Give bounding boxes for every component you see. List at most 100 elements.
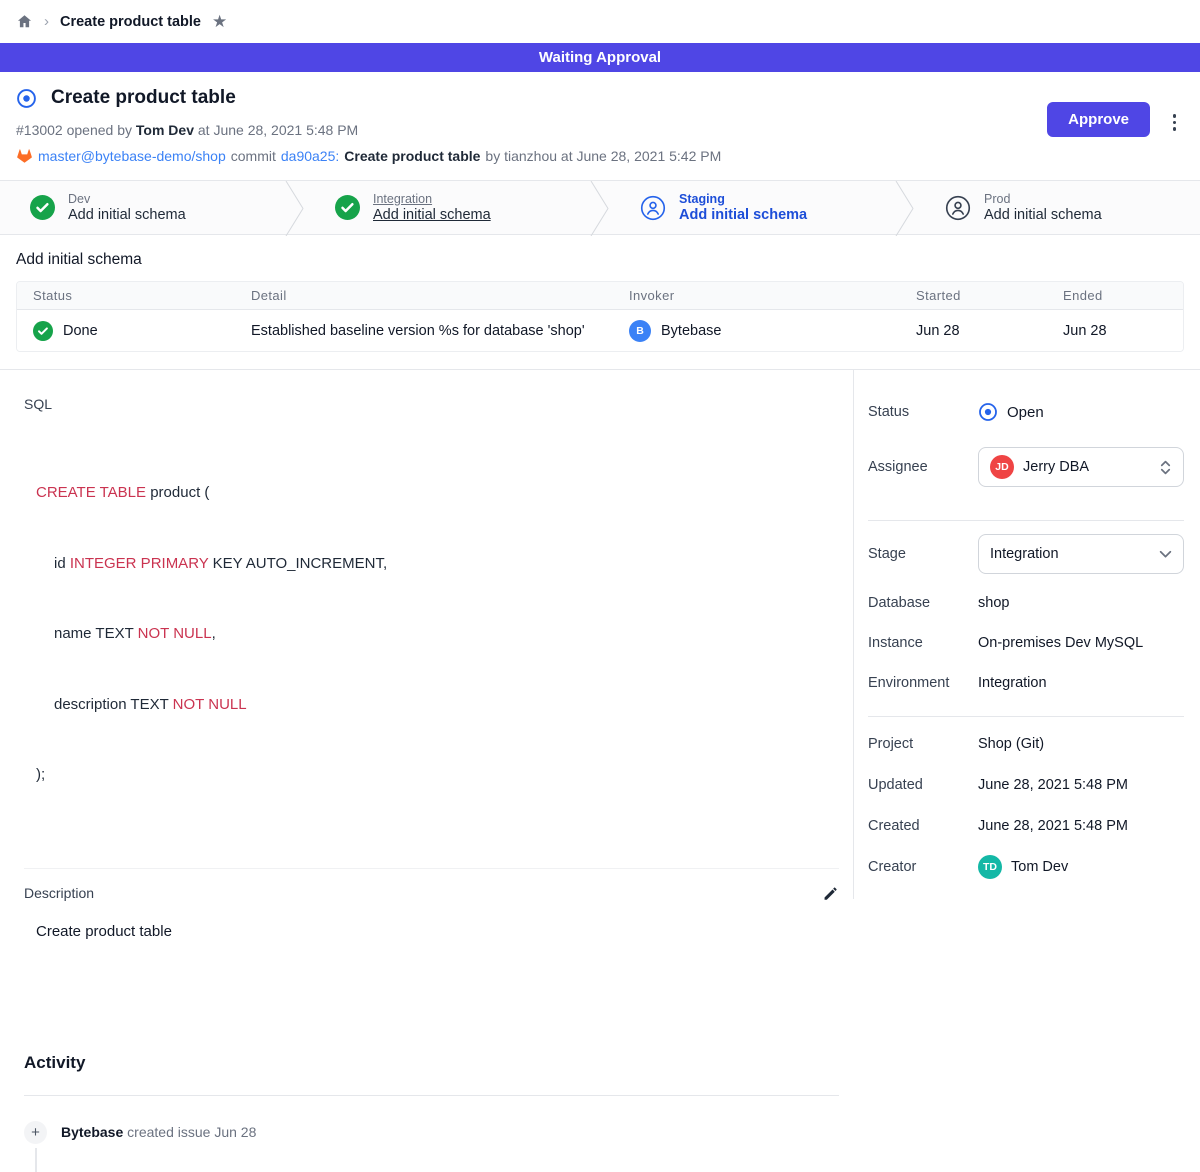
issue-id: #13002 opened by — [16, 122, 132, 138]
open-status-icon — [978, 402, 998, 422]
stage-separator — [895, 181, 915, 236]
stage-integration[interactable]: Integration Add initial schema — [305, 181, 590, 234]
stage-separator — [590, 181, 610, 236]
instance-label: Instance — [868, 635, 978, 651]
activity-action: created issue — [127, 1124, 210, 1140]
created-label: Created — [868, 818, 978, 834]
activity-date: Jun 28 — [214, 1124, 256, 1140]
issue-meta: #13002 opened by Tom Dev at June 28, 202… — [16, 122, 1184, 138]
home-icon[interactable] — [16, 13, 33, 30]
activity-heading: Activity — [24, 1053, 839, 1073]
stage-task-label: Add initial schema — [984, 207, 1102, 223]
issue-main-panel: SQL CREATE TABLE product ( id INTEGER PR… — [0, 370, 854, 899]
activity-item: + Bytebase created issue Jun 28 — [24, 1121, 839, 1144]
plus-icon: + — [24, 1121, 47, 1144]
divider — [868, 716, 1184, 717]
status-banner: Waiting Approval — [0, 43, 1200, 72]
assignee-value: Jerry DBA — [1023, 459, 1150, 475]
stage-select[interactable]: Integration — [978, 534, 1184, 574]
project-value[interactable]: Shop (Git) — [978, 736, 1044, 752]
commit-message: Create product table — [344, 148, 480, 164]
divider — [24, 868, 839, 869]
issue-author: Tom Dev — [136, 122, 194, 138]
commit-hash-link[interactable]: da90a25: — [281, 148, 339, 164]
commit-word: commit — [231, 148, 276, 164]
issue-sidebar: Status Open Assignee JD Jerry DBA Stage — [854, 370, 1200, 899]
stage-label: Stage — [868, 546, 978, 562]
breadcrumb-page-title[interactable]: Create product table — [60, 14, 201, 30]
creator-avatar: TD — [978, 855, 1002, 879]
assignee-select[interactable]: JD Jerry DBA — [978, 447, 1184, 487]
stage-separator — [285, 181, 305, 236]
assignee-label: Assignee — [868, 459, 978, 475]
person-circle-icon — [640, 195, 666, 221]
divider — [868, 520, 1184, 521]
issue-header: Create product table #13002 opened by To… — [0, 72, 1200, 180]
task-detail: Established baseline version %s for data… — [251, 323, 629, 339]
column-status: Status — [33, 288, 251, 303]
stage-prod[interactable]: Prod Add initial schema — [915, 181, 1200, 234]
sql-label: SQL — [24, 396, 839, 412]
commit-author-time: by tianzhou at June 28, 2021 5:42 PM — [485, 148, 721, 164]
approve-button[interactable]: Approve — [1047, 102, 1150, 137]
status-value: Open — [1007, 404, 1044, 421]
divider — [24, 1095, 839, 1096]
column-detail: Detail — [251, 288, 629, 303]
stage-staging[interactable]: Staging Add initial schema — [610, 181, 895, 234]
environment-value: Integration — [978, 675, 1047, 691]
creator-value: Tom Dev — [1011, 859, 1068, 875]
sql-code-block[interactable]: CREATE TABLE product ( id INTEGER PRIMAR… — [36, 434, 839, 834]
task-ended: Jun 28 — [1063, 323, 1183, 339]
stage-task-label: Add initial schema — [679, 207, 807, 223]
check-circle-icon — [335, 195, 360, 220]
created-value: June 28, 2021 5:48 PM — [978, 818, 1128, 834]
commit-info: master@bytebase-demo/shop commit da90a25… — [16, 148, 1184, 164]
stage-value: Integration — [990, 546, 1150, 562]
done-check-icon — [33, 321, 53, 341]
person-circle-icon — [945, 195, 971, 221]
updated-label: Updated — [868, 777, 978, 793]
commit-branch-link[interactable]: master@bytebase-demo/shop — [38, 148, 226, 164]
stage-env-label[interactable]: Integration — [373, 192, 491, 206]
creator-label: Creator — [868, 859, 978, 875]
status-banner-label: Waiting Approval — [539, 49, 661, 66]
stage-task-label[interactable]: Add initial schema — [373, 207, 491, 223]
status-label: Status — [868, 404, 978, 420]
task-section-heading: Add initial schema — [16, 251, 1184, 269]
task-started: Jun 28 — [916, 323, 1063, 339]
activity-actor: Bytebase — [61, 1124, 123, 1140]
column-ended: Ended — [1063, 288, 1183, 303]
stage-task-label: Add initial schema — [68, 207, 186, 223]
timeline-line — [35, 1148, 37, 1172]
invoker-avatar: B — [629, 320, 651, 342]
database-value[interactable]: shop — [978, 595, 1009, 611]
pipeline-stage-bar: Dev Add initial schema Integration Add i… — [0, 180, 1200, 235]
breadcrumb-chevron-icon: › — [44, 13, 49, 30]
stage-env-label: Prod — [984, 192, 1102, 206]
task-status: Done — [63, 323, 98, 339]
chevron-down-icon — [1159, 550, 1172, 559]
edit-description-pencil-icon[interactable] — [822, 885, 839, 902]
updated-value: June 28, 2021 5:48 PM — [978, 777, 1128, 793]
assignee-avatar: JD — [990, 455, 1014, 479]
database-label: Database — [868, 595, 978, 611]
page-title: Create product table — [51, 87, 236, 109]
breadcrumb: › Create product table ★ — [0, 0, 1200, 43]
updown-chevron-icon — [1159, 460, 1172, 475]
stage-dev[interactable]: Dev Add initial schema — [0, 181, 285, 234]
issue-opened-time: at June 28, 2021 5:48 PM — [198, 122, 358, 138]
gitlab-icon — [16, 148, 33, 164]
column-started: Started — [916, 288, 1063, 303]
stage-env-label: Staging — [679, 192, 807, 206]
table-row[interactable]: Done Established baseline version %s for… — [17, 310, 1183, 351]
task-table-header: Status Detail Invoker Started Ended — [17, 282, 1183, 310]
description-text[interactable]: Create product table — [36, 923, 839, 940]
description-label: Description — [24, 885, 94, 901]
issue-open-icon — [16, 88, 37, 109]
check-circle-icon — [30, 195, 55, 220]
more-actions-menu-icon[interactable] — [1171, 112, 1179, 133]
environment-label: Environment — [868, 675, 978, 691]
instance-value[interactable]: On-premises Dev MySQL — [978, 635, 1143, 651]
favorite-star-icon[interactable]: ★ — [212, 13, 227, 30]
column-invoker: Invoker — [629, 288, 916, 303]
